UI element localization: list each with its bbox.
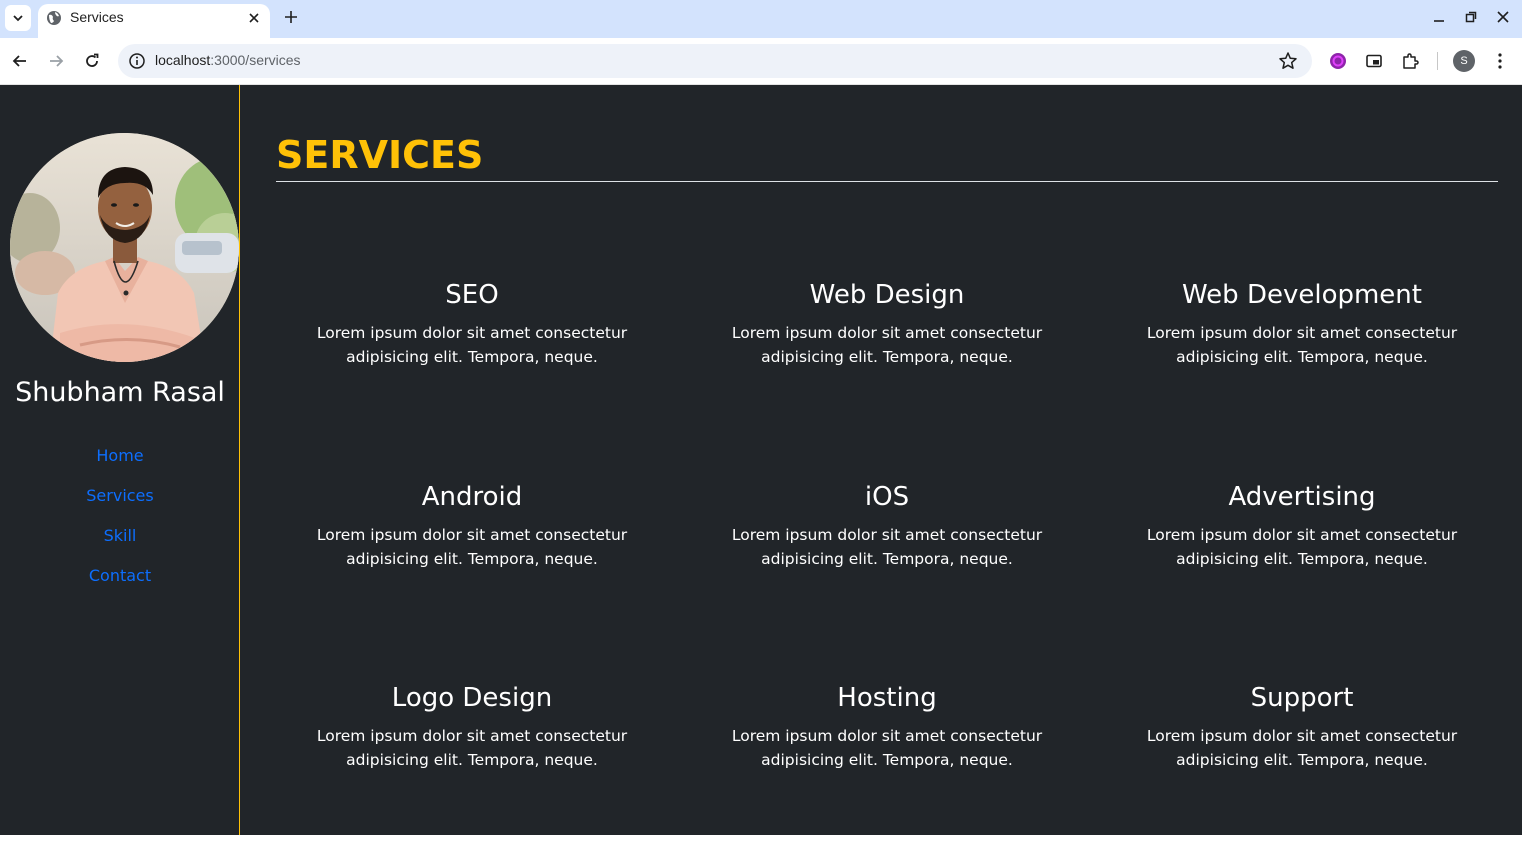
back-button[interactable]: [9, 50, 31, 72]
restore-button[interactable]: [1462, 8, 1480, 26]
service-description: Lorem ipsum dolor sit amet consectetur a…: [1146, 324, 1458, 366]
picture-in-picture-icon: [1366, 54, 1382, 68]
service-card-seo: SEO Lorem ipsum dolor sit amet consectet…: [276, 277, 668, 369]
picture-in-picture-button[interactable]: [1363, 50, 1385, 72]
close-icon: [249, 13, 259, 23]
nav-link-contact[interactable]: Contact: [0, 563, 240, 603]
service-title: Android: [421, 482, 523, 512]
sidebar: Shubham Rasal Home Services Skill Contac…: [0, 85, 240, 835]
nav-link-services[interactable]: Services: [0, 483, 240, 523]
tab-search-button[interactable]: [5, 5, 31, 31]
person-photo-illustration: [10, 133, 239, 362]
extension-button[interactable]: [1327, 50, 1349, 72]
reload-button[interactable]: [81, 50, 103, 72]
service-title: SEO: [445, 280, 499, 310]
service-title: Support: [1250, 683, 1354, 713]
service-title: Web Design: [809, 280, 965, 310]
service-card-web-development: Web Development Lorem ipsum dolor sit am…: [1106, 277, 1498, 369]
tab-close-button[interactable]: [244, 8, 264, 28]
browser-tab-strip: Services: [0, 0, 1522, 38]
service-card-ios: iOS Lorem ipsum dolor sit amet consectet…: [691, 479, 1083, 571]
url-text[interactable]: localhost:3000/services: [155, 52, 301, 68]
service-card-logo-design: Logo Design Lorem ipsum dolor sit amet c…: [276, 680, 668, 772]
profile-photo: [10, 133, 239, 362]
window-close-icon: [1497, 11, 1509, 23]
reload-icon: [86, 53, 99, 67]
new-tab-button[interactable]: [280, 6, 302, 28]
service-description: Lorem ipsum dolor sit amet consectetur a…: [731, 727, 1043, 769]
back-icon: [12, 55, 26, 67]
site-info-icon[interactable]: [128, 52, 146, 70]
service-description: Lorem ipsum dolor sit amet consectetur a…: [1146, 727, 1458, 769]
profile-name: Shubham Rasal: [15, 377, 225, 408]
browser-toolbar: localhost:3000/services S: [0, 38, 1522, 85]
service-title: Web Development: [1182, 280, 1422, 310]
service-description: Lorem ipsum dolor sit amet consectetur a…: [731, 526, 1043, 568]
forward-button[interactable]: [45, 50, 67, 72]
service-title: iOS: [864, 482, 910, 512]
star-icon[interactable]: [1278, 51, 1298, 71]
service-description: Lorem ipsum dolor sit amet consectetur a…: [1146, 526, 1458, 568]
service-card-support: Support Lorem ipsum dolor sit amet conse…: [1106, 680, 1498, 772]
minimize-icon: [1434, 20, 1444, 22]
active-tab[interactable]: Services: [38, 4, 270, 38]
service-card-hosting: Hosting Lorem ipsum dolor sit amet conse…: [691, 680, 1083, 772]
globe-icon: [47, 11, 61, 25]
browser-menu-button[interactable]: [1489, 50, 1511, 72]
service-description: Lorem ipsum dolor sit amet consectetur a…: [316, 727, 628, 769]
service-title: Logo Design: [391, 683, 553, 713]
profile-avatar-button[interactable]: S: [1453, 50, 1475, 72]
page-content: Shubham Rasal Home Services Skill Contac…: [0, 85, 1522, 835]
main-content: SERVICES SEO Lorem ipsum dolor sit amet …: [276, 85, 1498, 835]
service-title: Advertising: [1228, 482, 1376, 512]
nav-link-skill[interactable]: Skill: [0, 523, 240, 563]
plus-icon: [285, 11, 297, 23]
sidebar-nav: Home Services Skill Contact: [0, 443, 240, 603]
service-description: Lorem ipsum dolor sit amet consectetur a…: [731, 324, 1043, 366]
nav-link-home[interactable]: Home: [0, 443, 240, 483]
extension-icon: [1330, 53, 1346, 69]
puzzle-icon: [1403, 53, 1419, 69]
restore-icon: [1465, 11, 1477, 23]
service-card-android: Android Lorem ipsum dolor sit amet conse…: [276, 479, 668, 571]
toolbar-separator: [1437, 52, 1438, 70]
more-icon: [1498, 53, 1502, 69]
page-title: SERVICES: [276, 133, 484, 177]
title-divider: [276, 181, 1498, 182]
forward-icon: [50, 55, 64, 67]
service-card-advertising: Advertising Lorem ipsum dolor sit amet c…: [1106, 479, 1498, 571]
service-description: Lorem ipsum dolor sit amet consectetur a…: [316, 526, 628, 568]
service-title: Hosting: [837, 683, 937, 713]
service-card-web-design: Web Design Lorem ipsum dolor sit amet co…: [691, 277, 1083, 369]
minimize-button[interactable]: [1430, 8, 1448, 26]
address-bar[interactable]: localhost:3000/services: [118, 44, 1312, 78]
window-close-button[interactable]: [1494, 8, 1512, 26]
service-description: Lorem ipsum dolor sit amet consectetur a…: [316, 324, 628, 366]
tab-title: Services: [70, 9, 124, 25]
chevron-down-icon: [13, 15, 23, 22]
extensions-menu-button[interactable]: [1399, 50, 1421, 72]
